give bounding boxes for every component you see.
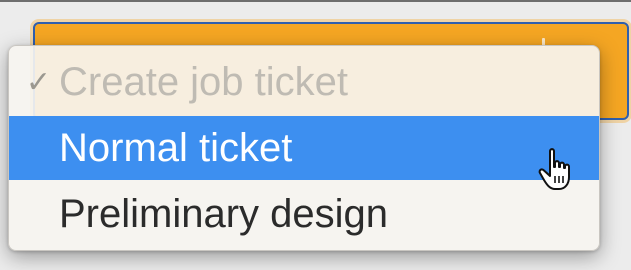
stage: ✓ Create job ticket Normal ticket Prelim… [0,0,631,270]
menu-item-label: Normal ticket [59,125,293,170]
dropdown-menu: ✓ Create job ticket Normal ticket Prelim… [8,45,600,251]
pointing-hand-cursor-icon [538,148,570,190]
top-divider [0,0,631,2]
menu-item-normal-ticket[interactable]: Normal ticket [9,116,599,180]
checkmark-icon: ✓ [25,65,51,99]
menu-item-label: Preliminary design [59,191,389,236]
menu-item-label: Create job ticket [59,59,349,104]
menu-item-preliminary-design[interactable]: Preliminary design [9,182,599,246]
menu-item-create-job-ticket[interactable]: ✓ Create job ticket [9,50,599,114]
